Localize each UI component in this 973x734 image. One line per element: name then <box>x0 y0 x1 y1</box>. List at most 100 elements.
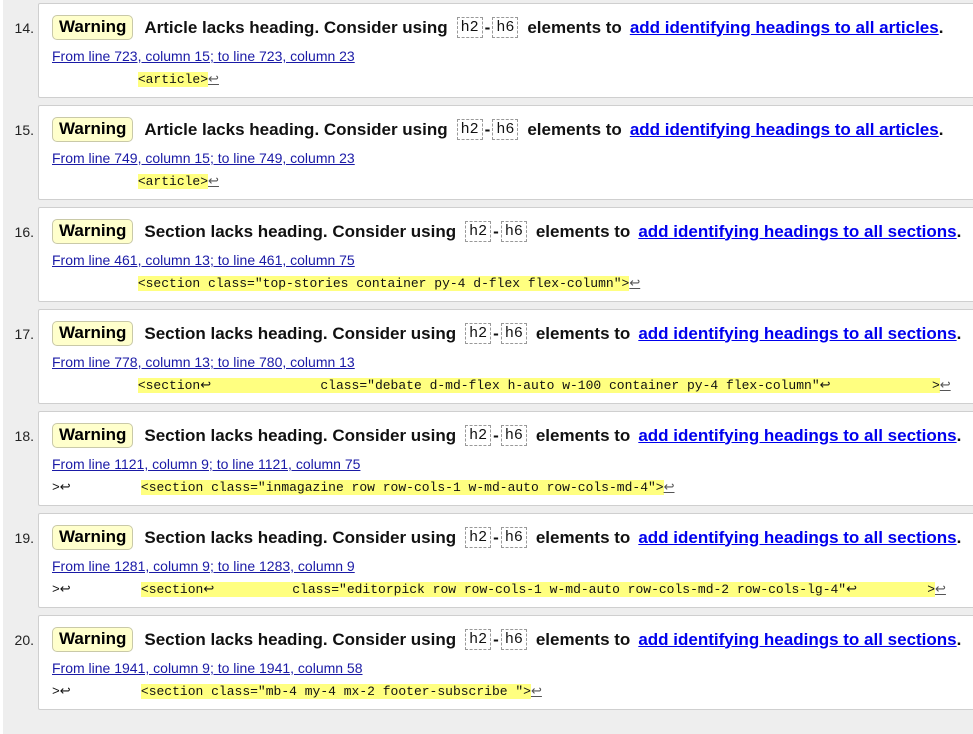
location-link[interactable]: From line 1121, column 9; to line 1121, … <box>52 456 360 472</box>
extract-prefix: >↩ <box>52 480 141 495</box>
code-extract: <section↩ class="debate d-md-flex h-auto… <box>52 378 952 398</box>
code-h6: h6 <box>500 425 527 446</box>
code-h6: h6 <box>500 221 527 242</box>
rule-link[interactable]: add identifying headings to all sections <box>638 222 956 242</box>
message-item: 19. Warning Section lacks heading. Conside… <box>3 510 973 612</box>
return-icon: ↩ <box>208 72 219 87</box>
code-h2: h2 <box>465 629 492 650</box>
code-h2: h2 <box>465 425 492 446</box>
code-dash: - <box>493 425 499 445</box>
message-lead: Article lacks heading. Consider using <box>144 17 448 37</box>
warning-badge: Warning <box>52 219 134 244</box>
return-icon: ↩ <box>629 276 641 291</box>
extract-highlight: <article> <box>137 72 209 87</box>
message-mid: elements to <box>527 119 622 139</box>
message-period: . <box>938 17 944 37</box>
code-extract: <article>↩ <box>52 72 952 92</box>
message-mid: elements to <box>535 425 631 445</box>
code-h2: h2 <box>465 323 492 344</box>
code-extract: >↩ <section class="inmagazine row row-co… <box>52 480 952 500</box>
location-link[interactable]: From line 461, column 13; to line 461, c… <box>52 252 355 268</box>
extract-highlight: <article> <box>137 174 209 189</box>
message-lead: Section lacks heading. Consider using <box>144 629 457 649</box>
message-lead: Article lacks heading. Consider using <box>144 119 448 139</box>
code-h6: h6 <box>500 629 527 650</box>
message-period: . <box>956 629 962 649</box>
code-extract: >↩ <section class="mb-4 my-4 mx-2 footer… <box>52 684 952 704</box>
code-dash: - <box>484 119 491 139</box>
location-link[interactable]: From line 1941, column 9; to line 1941, … <box>52 660 363 676</box>
message-number: 19. <box>14 530 34 546</box>
message-card: Warning Article lacks heading. Consider u… <box>38 3 973 98</box>
message-text: Warning Article lacks heading. Consider u… <box>52 117 943 142</box>
code-h2: h2 <box>465 221 492 242</box>
message-period: . <box>956 221 962 241</box>
message-text: Warning Section lacks heading. Consider u… <box>52 525 961 550</box>
message-period: . <box>956 425 962 445</box>
extract-highlight: <section↩ class="debate d-md-flex h-auto… <box>137 378 940 393</box>
return-icon: ↩ <box>208 174 219 189</box>
warning-badge: Warning <box>52 15 134 40</box>
warning-badge: Warning <box>52 117 134 142</box>
rule-link[interactable]: add identifying headings to all articles <box>630 120 939 140</box>
message-mid: elements to <box>535 221 631 241</box>
warning-badge: Warning <box>52 525 134 550</box>
rule-link[interactable]: add identifying headings to all articles <box>630 18 939 38</box>
message-mid: elements to <box>535 629 631 649</box>
code-h2: h2 <box>465 527 492 548</box>
extract-prefix <box>52 276 138 291</box>
extract-highlight: <section↩ class="editorpick row row-cols… <box>140 582 936 597</box>
code-dash: - <box>493 527 499 547</box>
code-h6: h6 <box>500 323 527 344</box>
message-card: Warning Article lacks heading. Consider u… <box>38 105 973 200</box>
warning-badge: Warning <box>52 321 134 346</box>
message-number: 18. <box>14 428 34 444</box>
message-text: Warning Section lacks heading. Consider u… <box>52 219 961 244</box>
rule-link[interactable]: add identifying headings to all sections <box>638 426 956 446</box>
rule-link[interactable]: add identifying headings to all sections <box>638 630 956 650</box>
location-link[interactable]: From line 723, column 15; to line 723, c… <box>52 48 355 64</box>
message-text: Warning Article lacks heading. Consider u… <box>52 15 943 40</box>
return-icon: ↩ <box>663 480 675 495</box>
message-item: 18. Warning Section lacks heading. Conside… <box>3 408 973 510</box>
message-lead: Section lacks heading. Consider using <box>144 221 457 241</box>
code-h2: h2 <box>456 119 483 140</box>
return-icon: ↩ <box>530 684 542 699</box>
message-text: Warning Section lacks heading. Consider u… <box>52 423 961 448</box>
message-number: 17. <box>14 326 34 342</box>
code-h6: h6 <box>492 119 519 140</box>
message-number: 15. <box>14 122 34 138</box>
rule-link[interactable]: add identifying headings to all sections <box>638 528 956 548</box>
message-item: 16. Warning Section lacks heading. Conside… <box>3 204 973 306</box>
message-card: Warning Section lacks heading. Consider u… <box>38 615 973 710</box>
message-item: 17. Warning Section lacks heading. Conside… <box>3 306 973 408</box>
message-number: 14. <box>14 20 34 36</box>
message-card: Warning Section lacks heading. Consider u… <box>38 309 973 404</box>
location-link[interactable]: From line 749, column 15; to line 749, c… <box>52 150 355 166</box>
extract-highlight: <section class="top-stories container py… <box>137 276 630 291</box>
code-extract: <article>↩ <box>52 174 952 194</box>
message-item: 14. Warning Article lacks heading. Conside… <box>3 0 973 102</box>
message-number: 16. <box>14 224 34 240</box>
location-link[interactable]: From line 778, column 13; to line 780, c… <box>52 354 355 370</box>
location-link[interactable]: From line 1281, column 9; to line 1283, … <box>52 558 355 574</box>
message-mid: elements to <box>535 527 631 547</box>
extract-prefix <box>52 72 138 87</box>
warning-badge: Warning <box>52 627 134 652</box>
extract-prefix <box>52 378 138 393</box>
message-card: Warning Section lacks heading. Consider u… <box>38 207 973 302</box>
extract-highlight: <section class="inmagazine row row-cols-… <box>140 480 664 495</box>
message-card: Warning Section lacks heading. Consider u… <box>38 513 973 608</box>
message-text: Warning Section lacks heading. Consider u… <box>52 321 961 346</box>
message-lead: Section lacks heading. Consider using <box>144 527 457 547</box>
warning-badge: Warning <box>52 423 134 448</box>
return-icon: ↩ <box>935 582 946 597</box>
message-mid: elements to <box>527 17 622 37</box>
rule-link[interactable]: add identifying headings to all sections <box>638 324 956 344</box>
code-h6: h6 <box>492 17 519 38</box>
message-text: Warning Section lacks heading. Consider u… <box>52 627 961 652</box>
message-item: 20. Warning Section lacks heading. Conside… <box>3 612 973 714</box>
message-period: . <box>956 323 962 343</box>
code-dash: - <box>484 17 491 37</box>
message-mid: elements to <box>535 323 631 343</box>
